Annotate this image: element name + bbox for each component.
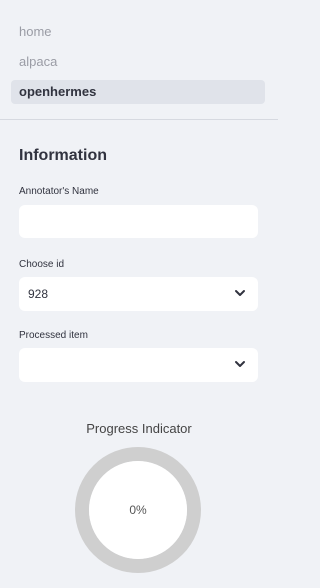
chevron-down-icon [235,290,245,296]
section-title: Information [19,147,107,164]
processed-item-label: Processed item [19,330,88,341]
progress-percent: 0% [129,503,147,517]
choose-id-value: 928 [28,287,49,301]
nav-item-home[interactable]: home [11,20,265,44]
chevron-down-icon [235,361,245,367]
choose-id-label: Choose id [19,259,65,270]
processed-item-select[interactable] [19,348,258,382]
annotator-name-label: Annotator's Name [19,186,99,197]
nav-item-alpaca[interactable]: alpaca [11,50,265,74]
divider [0,119,278,120]
progress-title: Progress Indicator [86,421,192,436]
progress-gauge: 0% [75,447,201,573]
choose-id-select[interactable]: 928 [19,277,258,311]
nav-item-openhermes[interactable]: openhermes [11,80,265,104]
annotator-name-input[interactable] [19,205,258,238]
